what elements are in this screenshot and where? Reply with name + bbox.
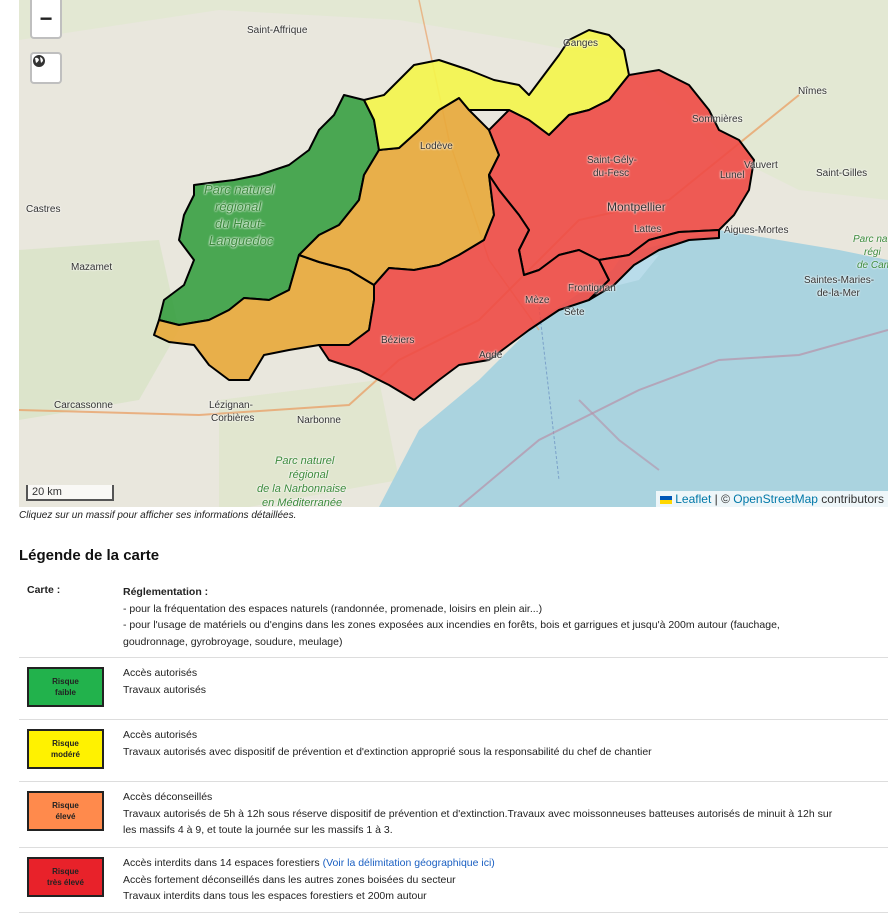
place-label: Lézignan- — [209, 400, 253, 411]
place-label: Aigues-Mortes — [724, 225, 789, 236]
place-label: Sommières — [692, 114, 743, 125]
badge-line: faible — [55, 688, 76, 697]
badge-line: modéré — [51, 750, 80, 759]
risk-badge-low: Risque faible — [27, 667, 104, 707]
legend-col-regulation: Réglementation : - pour la fréquentation… — [115, 577, 888, 658]
place-label: de-la-Mer — [817, 288, 860, 299]
regulation-title: Réglementation : — [123, 586, 209, 598]
place-label: du-Fesc — [593, 168, 630, 179]
place-label: Lattes — [634, 224, 662, 235]
place-label: Mazamet — [71, 262, 113, 273]
regulation-line: - pour la fréquentation des espaces natu… — [123, 602, 543, 615]
park-label: Parc naturel — [275, 455, 335, 467]
access-text: Accès autorisés — [123, 667, 198, 679]
risk-badge-high: Risque élevé — [27, 791, 104, 831]
place-label: Saint-Gilles — [816, 168, 868, 179]
badge-line: élevé — [55, 812, 76, 821]
works-text: Travaux autorisés avec dispositif de pré… — [123, 745, 652, 758]
place-label: Frontignan — [568, 283, 616, 294]
place-label: Lunel — [720, 170, 745, 181]
risk-badge-very-high: Risque très élevé — [27, 857, 104, 897]
geographic-delimitation-link[interactable]: (Voir la délimitation géographique ici) — [323, 857, 495, 869]
badge-line: Risque — [52, 739, 79, 748]
scale-bar: 20 km — [26, 485, 114, 501]
place-label: Corbières — [211, 413, 255, 424]
badge-line: Risque — [52, 867, 79, 876]
map-container[interactable]: Saint-Affrique Ganges Nîmes Sommières Lo… — [19, 0, 888, 507]
legend-row-very-high: Risque très élevé Accès interdits dans 14… — [19, 847, 888, 913]
place-label: Narbonne — [297, 415, 341, 426]
works-text: Travaux autorisés — [123, 683, 207, 696]
legend-row-high: Risque élevé Accès déconseillés Travaux a… — [19, 781, 888, 848]
place-label: Nîmes — [798, 86, 827, 97]
park-label: Languedoc — [209, 233, 274, 248]
place-label: Saintes-Maries- — [804, 275, 875, 286]
place-label: Saint-Gély- — [587, 155, 638, 166]
access-text-prefix: Accès interdits dans 14 espaces forestie… — [123, 857, 323, 869]
works-text: Travaux interdits dans tous les espaces … — [123, 890, 427, 902]
access-text: Accès interdits dans 14 espaces forestie… — [123, 855, 888, 872]
park-label: en Méditerranée — [262, 497, 343, 507]
access-text: Accès autorisés — [123, 729, 198, 741]
park-label: régi — [864, 247, 881, 258]
regulation-line: goudronnage, gyrobroyage, soudure, meula… — [123, 635, 343, 648]
place-label: Montpellier — [607, 200, 666, 214]
legend-table: Carte : Réglementation : - pour la fréqu… — [19, 577, 888, 913]
place-label: Agde — [479, 350, 503, 361]
legend-header-row: Carte : Réglementation : - pour la fréqu… — [19, 577, 888, 658]
map-caption: Cliquez sur un massif pour afficher ses … — [19, 510, 297, 521]
badge-line: Risque — [52, 801, 79, 810]
legend-title: Légende de la carte — [19, 547, 160, 564]
zoom-out-button[interactable]: − — [30, 0, 62, 39]
map-attribution: Leaflet | © OpenStreetMap contributors — [656, 491, 888, 507]
leaflet-link[interactable]: Leaflet — [675, 492, 711, 506]
ukraine-flag-icon — [660, 495, 673, 504]
works-text: Travaux autorisés de 5h à 12h sous réser… — [123, 807, 833, 820]
place-label: Sète — [564, 307, 585, 318]
access-text: Accès fortement déconseillés dans les au… — [123, 873, 456, 886]
risk-badge-moderate: Risque modéré — [27, 729, 104, 769]
place-label: Saint-Affrique — [247, 25, 308, 36]
layers-button[interactable] — [30, 52, 62, 84]
legend-col-map: Carte : — [19, 577, 115, 658]
place-label: Carcassonne — [54, 400, 113, 411]
park-label: de Cam — [857, 260, 888, 271]
park-label: de la Narbonnaise — [257, 483, 347, 495]
map-canvas — [19, 0, 888, 507]
place-label: Lodève — [420, 141, 453, 152]
osm-link[interactable]: OpenStreetMap — [733, 492, 818, 506]
place-label: Béziers — [381, 335, 415, 346]
legend-row-moderate: Risque modéré Accès autorisés Travaux aut… — [19, 719, 888, 782]
badge-line: très élevé — [47, 878, 84, 887]
park-label: régional — [289, 469, 329, 481]
legend-row-low: Risque faible Accès autorisés Travaux aut… — [19, 657, 888, 720]
park-label: du Haut- — [215, 216, 265, 231]
globe-icon — [33, 55, 45, 67]
place-label: Ganges — [563, 38, 599, 49]
park-label: Parc naturel — [204, 182, 275, 197]
regulation-line: - pour l'usage de matériels ou d'engins … — [123, 619, 780, 631]
place-label: Mèze — [525, 295, 550, 306]
place-label: Vauvert — [744, 160, 778, 171]
access-text: Accès déconseillés — [123, 791, 213, 803]
place-label: Castres — [26, 204, 61, 215]
attribution-suffix: contributors — [817, 492, 884, 506]
park-label: Parc na — [853, 234, 888, 245]
works-text: les massifs 4 à 9, et toute la journée s… — [123, 824, 393, 836]
park-label: régional — [215, 199, 262, 214]
badge-line: Risque — [52, 677, 79, 686]
attribution-separator: | © — [711, 492, 734, 506]
